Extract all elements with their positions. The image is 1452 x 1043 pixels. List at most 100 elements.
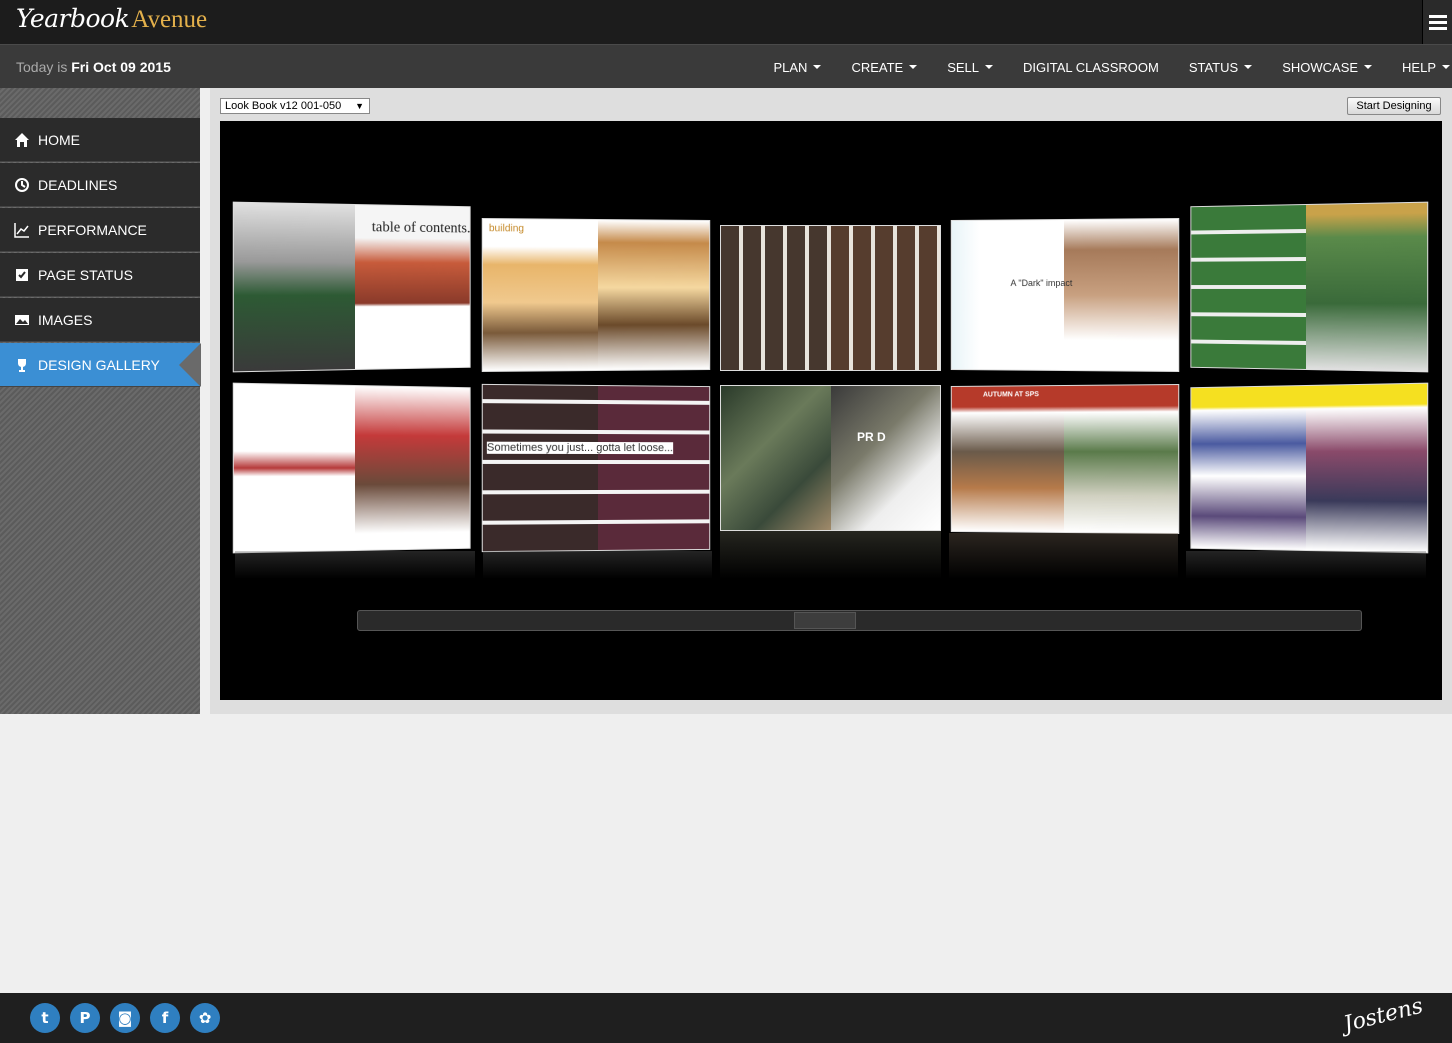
sidebar-item-label: PERFORMANCE [38,222,147,238]
sidebar-item-label: DESIGN GALLERY [38,357,160,373]
design-gallery-viewer[interactable]: table of contents. building A "Dark" imp… [220,121,1442,700]
nav-create-label: CREATE [851,60,903,75]
main-nav: PLAN CREATE SELL DIGITAL CLASSROOM STATU… [758,45,1452,89]
sidebar-item-label: PAGE STATUS [38,267,133,283]
spread-left-page [952,386,1064,532]
page-check-icon [14,267,30,283]
spread-right-page [1306,384,1427,553]
yearbook-avenue-logo[interactable]: Yearbook Avenue [16,4,207,40]
spread-left-page [234,203,355,372]
nav-status[interactable]: STATUS [1189,60,1252,75]
sidebar: HOME DEADLINES PERFORMANCE PAGE STATUS I… [0,88,200,714]
sidebar-item-performance[interactable]: PERFORMANCE [0,208,200,252]
jostens-logo[interactable]: Jostens [1341,994,1425,1038]
gallery-spread[interactable] [1190,383,1428,554]
spread-left-page [483,385,598,551]
gallery-scroll-thumb[interactable] [794,612,856,629]
nav-bar: Today is Fri Oct 09 2015 PLAN CREATE SEL… [0,44,1452,88]
sidebar-item-home[interactable]: HOME [0,118,200,162]
spread-reflection [235,551,475,579]
spread-right-page [355,386,470,550]
today-date-value: Fri Oct 09 2015 [71,59,171,75]
spread-left-page [1191,205,1306,369]
facebook-icon[interactable]: f [150,1003,180,1033]
hamburger-line [1429,21,1447,24]
gallery-spread[interactable] [233,383,471,554]
spread-left-page [483,219,598,371]
book-select-value: Look Book v12 001-050 [225,100,341,112]
sidebar-item-label: IMAGES [38,312,92,328]
logo-script-text: Yearbook [16,4,129,33]
sidebar-item-design-gallery[interactable]: DESIGN GALLERY [0,343,200,387]
gallery-spread[interactable]: AUTUMN AT SPS [951,384,1179,534]
spread-right-page [831,226,941,370]
spread-reflection [1186,551,1426,579]
spread-right-page [1064,219,1179,371]
gallery-spread[interactable]: PR D [720,385,941,531]
gallery-spread[interactable] [1190,202,1428,373]
gallery-spread[interactable]: Sometimes you just... gotta let loose... [482,384,710,552]
top-bar: Yearbook Avenue [0,0,1452,44]
caret-down-icon [1244,65,1252,69]
spread-title: building [489,223,524,234]
nav-digital-classroom[interactable]: DIGITAL CLASSROOM [1023,60,1159,75]
nav-sell[interactable]: SELL [947,60,993,75]
spread-right-page [598,386,710,550]
spread-right-page [1064,385,1179,533]
nav-create[interactable]: CREATE [851,60,917,75]
trophy-icon [14,357,30,373]
sidebar-item-label: HOME [38,132,80,148]
caret-down-icon [985,65,993,69]
caret-down-icon [1442,65,1450,69]
hamburger-menu-button[interactable] [1422,0,1452,44]
gallery-spread[interactable]: table of contents. [233,202,471,373]
gallery-spread[interactable]: building [482,218,710,372]
caret-down-icon [813,65,821,69]
nav-sell-label: SELL [947,60,979,75]
start-designing-button[interactable]: Start Designing [1347,97,1441,115]
nav-showcase-label: SHOWCASE [1282,60,1358,75]
sidebar-item-deadlines[interactable]: DEADLINES [0,163,200,207]
nav-digital-classroom-label: DIGITAL CLASSROOM [1023,60,1159,75]
image-icon [14,312,30,328]
clock-icon [14,177,30,193]
nav-plan[interactable]: PLAN [773,60,821,75]
spread-title: table of contents. [372,219,471,237]
sidebar-item-page-status[interactable]: PAGE STATUS [0,253,200,297]
spread-left-page [721,386,831,530]
gallery-scrollbar[interactable] [357,610,1362,631]
hamburger-line [1429,15,1447,18]
book-select[interactable]: Look Book v12 001-050 ▼ [220,98,370,114]
nav-plan-label: PLAN [773,60,807,75]
pinterest-icon[interactable]: P [70,1003,100,1033]
spread-left-page [234,384,355,553]
nav-help-label: HELP [1402,60,1436,75]
logo-plain-text: Avenue [131,6,207,34]
spread-left-page [721,226,831,370]
spread-reflection [483,551,712,579]
home-icon [14,132,30,148]
instagram-icon[interactable]: ◙ [110,1003,140,1033]
gallery-spread[interactable] [720,225,941,371]
chart-line-icon [14,222,30,238]
sidebar-item-images[interactable]: IMAGES [0,298,200,342]
social-links: t P ◙ f ✿ [30,1003,220,1033]
spread-title: A "Dark" impact [1010,278,1072,288]
today-prefix: Today is [16,59,67,75]
today-date: Today is Fri Oct 09 2015 [16,59,171,75]
spread-reflection [720,531,941,579]
yearbook-app-icon[interactable]: ✿ [190,1003,220,1033]
nav-help[interactable]: HELP [1402,60,1450,75]
spread-title: AUTUMN AT SPS [983,391,1039,398]
footer: t P ◙ f ✿ Jostens [0,993,1452,1043]
spread-left-page [1191,386,1306,550]
nav-status-label: STATUS [1189,60,1238,75]
spread-title: PR D [857,430,886,444]
twitter-icon[interactable]: t [30,1003,60,1033]
nav-showcase[interactable]: SHOWCASE [1282,60,1372,75]
gallery-spread[interactable]: A "Dark" impact [951,218,1179,372]
spread-left-page [952,220,1064,370]
sidebar-item-label: DEADLINES [38,177,117,193]
spread-right-page [1306,203,1427,372]
spread-reflection [949,533,1178,579]
